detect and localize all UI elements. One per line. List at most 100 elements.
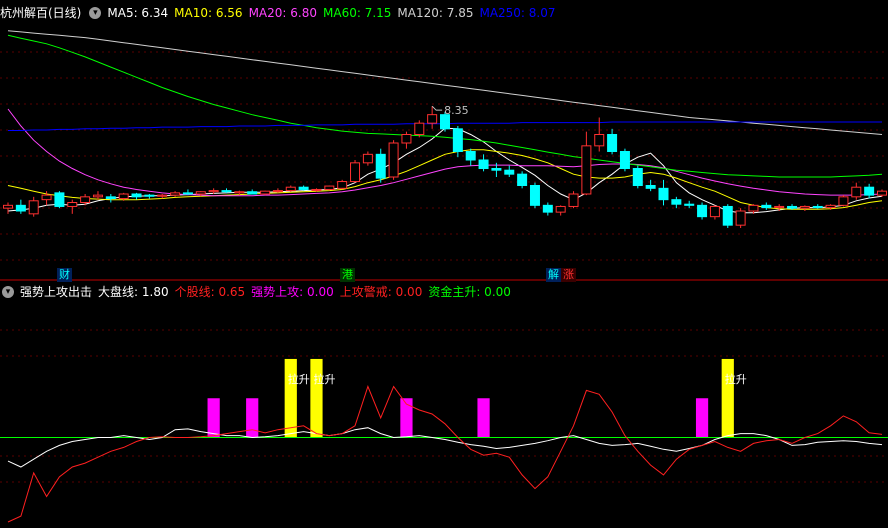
candle-body [722, 205, 733, 226]
signal-bar [695, 398, 709, 438]
candle-body [864, 186, 875, 196]
candle-body [452, 128, 463, 152]
candle-body [375, 153, 386, 179]
candle-body [555, 205, 566, 213]
candle-body [362, 153, 373, 164]
event-tag[interactable]: 解 [546, 268, 561, 282]
candle-body [619, 151, 630, 169]
main-options-icon[interactable]: ▾ [89, 7, 102, 19]
indicator-legend-items: 大盘线: 1.80 个股线: 0.65 强势上攻: 0.00 上攻警戒: 0.00 资金… [98, 283, 517, 301]
candle-body [298, 186, 309, 190]
candle-body [272, 190, 283, 193]
candle-body [311, 188, 322, 191]
candle-body [195, 191, 206, 195]
sub-options-icon[interactable]: ▾ [2, 286, 14, 298]
candle-body [851, 186, 862, 198]
candle-body [491, 168, 502, 171]
candle-body [697, 204, 708, 218]
event-tag[interactable]: 财 [57, 268, 72, 282]
candle-body [414, 122, 425, 135]
candle-body [594, 134, 605, 147]
candle-body [761, 204, 772, 209]
ma-legend-item: MA250: 8.07 [479, 6, 556, 20]
signal-bar [284, 358, 297, 438]
candle-body [54, 192, 65, 207]
candle-body [170, 192, 181, 196]
candle-body [144, 194, 155, 197]
candle-body [542, 204, 553, 213]
candle-body [748, 204, 759, 212]
ma-line-ma10 [7, 149, 883, 210]
candle-body [15, 204, 26, 212]
candle-body [388, 142, 399, 178]
signal-bar [310, 358, 323, 438]
ma-legend-item: MA60: 7.15 [323, 6, 392, 20]
candle-body [799, 205, 810, 209]
ma-legend-items: MA5: 6.34 MA10: 6.56 MA20: 6.80 MA60: 7.15 M… [107, 4, 561, 22]
ma-legend-item: MA5: 6.34 [107, 6, 169, 20]
candle-body [812, 205, 823, 209]
candle-body [234, 191, 245, 194]
candle-body [92, 194, 103, 198]
candle-body [221, 190, 232, 193]
ma-legend-item: MA120: 7.85 [397, 6, 474, 20]
candle-body [838, 196, 849, 206]
signal-bar-label: 拉升 [288, 372, 310, 386]
candle-body [260, 190, 271, 195]
indicator-line [7, 385, 883, 523]
indicator-legend-item: 强势上攻: 0.00 [251, 285, 334, 299]
event-tag[interactable]: 港 [340, 268, 355, 282]
signal-bar [207, 398, 220, 438]
main-legend: 杭州解百(日线) ▾ MA5: 6.34 MA10: 6.56 MA20: 6.80… [0, 4, 568, 22]
candle-body [478, 159, 489, 169]
candle-body [645, 185, 656, 189]
candle-body [401, 134, 412, 144]
candle-body [350, 162, 361, 183]
indicator-line [7, 427, 883, 468]
signal-bar-label: 拉升 [725, 372, 747, 386]
candle-body [285, 186, 296, 192]
chart-canvas[interactable]: 8.35拉升 拉升 拉升 [0, 0, 888, 528]
signal-bar [246, 398, 259, 438]
candle-body [208, 190, 219, 193]
candle-body [517, 173, 528, 187]
candle-body [465, 151, 476, 161]
candle-body [427, 114, 438, 124]
event-tag[interactable]: 涨 [561, 268, 576, 282]
indicator-legend-item: 个股线: 0.65 [174, 285, 246, 299]
candle-body [41, 194, 52, 201]
candle-body [568, 193, 579, 207]
main-chart-title: 杭州解百(日线) [0, 6, 82, 20]
candle-body [658, 187, 669, 201]
candle-body [28, 200, 39, 215]
candle-body [774, 205, 785, 209]
candle-body [105, 196, 116, 200]
candle-body [337, 181, 348, 189]
ma-legend-item: MA10: 6.56 [174, 6, 243, 20]
candle-body [735, 210, 746, 226]
candle-body [632, 168, 643, 186]
candle-body [247, 191, 258, 195]
candle-body [787, 205, 798, 209]
candle-body [131, 193, 142, 198]
candle-body [607, 134, 618, 152]
candle-body [825, 204, 836, 209]
indicator-legend-item: 大盘线: 1.80 [98, 285, 169, 299]
candle-body [118, 193, 129, 200]
indicator-legend-item: 上攻警戒: 0.00 [339, 285, 423, 299]
candle-body [581, 145, 592, 195]
candle-body [529, 185, 540, 206]
candle-body [80, 196, 91, 203]
signal-bar [477, 398, 490, 438]
candle-body [684, 203, 695, 206]
candle-body [877, 190, 887, 196]
sub-chart-title: 强势上攻出击 [20, 285, 93, 299]
candle-body [671, 199, 682, 205]
candle-body [157, 194, 168, 197]
signal-bar [721, 358, 734, 438]
indicator-legend-item: 资金主升: 0.00 [428, 285, 511, 299]
sub-legend: ▾ 强势上攻出击 大盘线: 1.80 个股线: 0.65 强势上攻: 0.00 上攻警… [0, 283, 523, 301]
candle-body [182, 192, 193, 195]
signal-bar-label: 拉升 [313, 372, 335, 386]
ma-legend-item: MA20: 6.80 [248, 6, 317, 20]
